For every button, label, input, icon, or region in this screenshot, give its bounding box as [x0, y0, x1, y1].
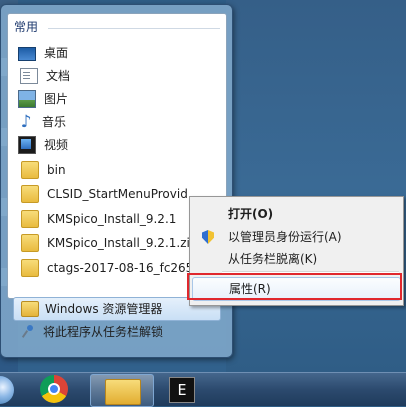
unpin-from-taskbar-item[interactable]: 将此程序从任务栏解锁 — [13, 321, 219, 343]
jump-item-label: CLSID_StartMenuProvid... — [47, 187, 200, 201]
chrome-icon[interactable] — [40, 375, 68, 403]
menu-item-open[interactable]: 打开(O) — [192, 203, 401, 225]
jump-item-label: 音乐 — [42, 115, 67, 129]
folder-icon — [21, 210, 39, 228]
menu-item-label: 从任务栏脱离(K) — [228, 252, 318, 266]
menu-item-label: 打开(O) — [228, 207, 274, 221]
menu-item-label: 以管理员身份运行(A) — [228, 230, 342, 244]
jump-item-documents[interactable]: 文档 — [18, 65, 220, 87]
jump-item-videos[interactable]: 视频 — [18, 134, 220, 156]
desktop-background-right — [226, 0, 406, 372]
folder-icon — [21, 259, 39, 277]
folder-icon — [21, 234, 39, 252]
jump-item-label: 视频 — [44, 138, 69, 152]
jump-item-label: 桌面 — [44, 46, 69, 60]
document-icon — [20, 68, 38, 84]
picture-icon — [18, 90, 36, 108]
video-icon — [18, 136, 36, 154]
folder-icon — [105, 379, 141, 405]
pin-icon — [21, 325, 35, 339]
jump-item-desktop[interactable]: 桌面 — [18, 42, 220, 64]
taskbar-explorer-button[interactable] — [90, 374, 154, 407]
start-button[interactable] — [0, 376, 14, 404]
explorer-item-label: Windows 资源管理器 — [45, 302, 163, 316]
folder-icon — [21, 301, 39, 317]
music-icon: ♪ — [20, 112, 32, 132]
section-divider — [48, 28, 220, 29]
taskbar-app-button[interactable]: E — [164, 374, 198, 405]
app-icon: E — [169, 377, 195, 403]
unpin-item-label: 将此程序从任务栏解锁 — [43, 325, 164, 339]
section-header: 常用 — [14, 20, 39, 34]
folder-icon — [21, 185, 39, 203]
jump-item-pictures[interactable]: 图片 — [18, 88, 220, 110]
highlight-annotation-box — [187, 273, 402, 300]
menu-item-run-as-admin[interactable]: 以管理员身份运行(A) — [192, 226, 401, 248]
jump-item-music[interactable]: ♪ 音乐 — [18, 111, 220, 133]
taskbar: E — [0, 372, 406, 407]
jump-item-label: 图片 — [44, 92, 69, 106]
jump-item-bin[interactable]: bin — [18, 159, 220, 181]
jump-item-label: KMSpico_Install_9.2.1.zip — [47, 236, 198, 250]
desktop-icon — [18, 47, 36, 61]
jump-item-label: 文档 — [46, 69, 71, 83]
jump-item-label: ctags-2017-08-16_fc265... — [47, 261, 205, 275]
jump-item-label: bin — [47, 163, 66, 177]
uac-shield-icon — [202, 230, 214, 244]
folder-icon — [21, 161, 39, 179]
jump-item-label: KMSpico_Install_9.2.1 — [47, 212, 177, 226]
menu-item-detach-from-taskbar[interactable]: 从任务栏脱离(K) — [192, 248, 401, 270]
